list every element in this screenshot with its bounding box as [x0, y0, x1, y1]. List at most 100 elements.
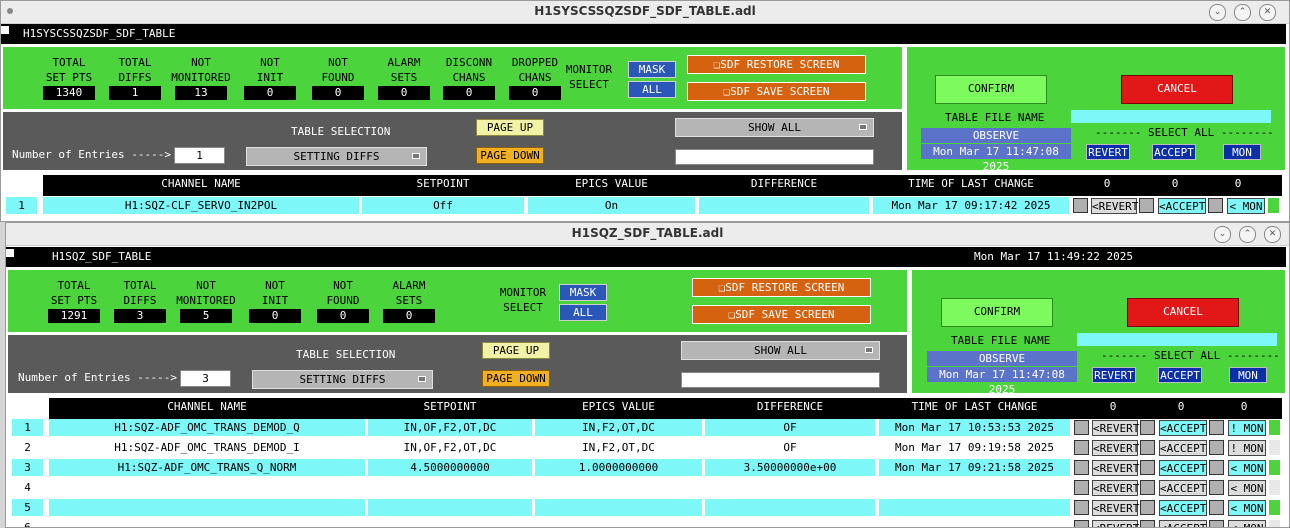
accept-all-button[interactable]: ACCEPT — [1158, 367, 1202, 383]
table-selection-dropdown[interactable]: SETTING DIFFS — [246, 147, 427, 166]
table-file-name-field[interactable] — [1077, 333, 1277, 346]
window-titlebar[interactable]: H1SQZ_SDF_TABLE.adl ⌄ ⌃ ✕ — [6, 223, 1289, 246]
sdf-restore-screen-button[interactable]: ❑SDF RESTORE SCREEN — [687, 55, 866, 74]
row-mon-button[interactable]: < MON — [1228, 480, 1266, 496]
all-button[interactable]: ALL — [559, 304, 607, 321]
sdf-save-screen-button[interactable]: ❑SDF SAVE SCREEN — [687, 82, 866, 101]
row-mon-button[interactable]: < MON — [1228, 520, 1266, 527]
row-accept-button[interactable]: <ACCEPT — [1159, 520, 1207, 527]
row-accept-button[interactable]: <ACCEPT — [1159, 480, 1207, 496]
number-of-entries-field[interactable]: 3 — [180, 370, 231, 387]
maximize-icon[interactable]: ⌃ — [1239, 226, 1256, 243]
accept-checkbox[interactable] — [1140, 440, 1155, 455]
revert-checkbox[interactable] — [1074, 460, 1089, 475]
row-mon-button[interactable]: < MON — [1228, 500, 1266, 516]
page-up-button[interactable]: PAGE UP — [482, 342, 550, 359]
row-number: 4 — [12, 479, 43, 496]
row-revert-button[interactable]: <REVERT — [1092, 440, 1139, 456]
stat-label-line2: DIFFS — [123, 294, 157, 307]
revert-checkbox[interactable] — [1074, 520, 1089, 527]
page-down-button[interactable]: PAGE DOWN — [476, 147, 544, 164]
row-mon-button[interactable]: < MON — [1227, 198, 1265, 214]
cell-difference — [705, 479, 875, 496]
mask-button[interactable]: MASK — [559, 284, 607, 301]
sdf-restore-screen-button[interactable]: ❑SDF RESTORE SCREEN — [692, 278, 871, 297]
mon-checkbox[interactable] — [1209, 520, 1224, 527]
cancel-button[interactable]: CANCEL — [1127, 298, 1239, 327]
filter-input[interactable] — [675, 149, 874, 165]
cell-epics: 1.0000000000 — [535, 459, 702, 476]
all-button[interactable]: ALL — [628, 81, 676, 98]
accept-checkbox[interactable] — [1140, 480, 1155, 495]
revert-checkbox[interactable] — [1073, 198, 1088, 213]
close-icon[interactable]: ✕ — [1259, 4, 1276, 21]
mon-all-button[interactable]: MON — [1229, 367, 1267, 383]
revert-checkbox[interactable] — [1074, 420, 1089, 435]
sdf-save-screen-button[interactable]: ❑SDF SAVE SCREEN — [692, 305, 871, 324]
mon-checkbox[interactable] — [1208, 198, 1223, 213]
column-header: EPICS VALUE — [528, 175, 695, 194]
accept-checkbox[interactable] — [1140, 500, 1155, 515]
row-revert-button[interactable]: <REVERT — [1092, 460, 1139, 476]
window-titlebar[interactable]: H1SYSCSSQZSDF_SDF_TABLE.adl ⌄ ⌃ ✕ — [1, 1, 1289, 24]
stat-label: TOTAL SET PTS — [36, 278, 112, 308]
stat-label-line2: SET PTS — [50, 294, 98, 307]
row-revert-button[interactable]: <REVERT — [1092, 420, 1139, 436]
dropdown-indicator-icon — [859, 124, 867, 130]
accept-checkbox[interactable] — [1140, 460, 1155, 475]
bar-marker — [6, 249, 14, 257]
stat-label-line1: TOTAL — [123, 279, 157, 292]
accept-all-button[interactable]: ACCEPT — [1152, 144, 1196, 160]
row-mon-button[interactable]: < MON — [1228, 460, 1266, 476]
mon-checkbox[interactable] — [1209, 420, 1224, 435]
revert-checkbox[interactable] — [1074, 480, 1089, 495]
row-accept-button[interactable]: <ACCEPT — [1159, 420, 1207, 436]
mon-checkbox[interactable] — [1209, 500, 1224, 515]
page-up-button[interactable]: PAGE UP — [476, 119, 544, 136]
mon-checkbox[interactable] — [1209, 460, 1224, 475]
revert-checkbox[interactable] — [1074, 440, 1089, 455]
cell-setpoint: Off — [362, 197, 524, 214]
show-all-dropdown[interactable]: SHOW ALL — [675, 118, 874, 137]
filter-input[interactable] — [681, 372, 880, 388]
mon-checkbox[interactable] — [1209, 440, 1224, 455]
number-of-entries-field[interactable]: 1 — [174, 147, 225, 164]
revert-checkbox[interactable] — [1074, 500, 1089, 515]
minimize-icon[interactable]: ⌄ — [1214, 226, 1231, 243]
row-number: 5 — [12, 499, 43, 516]
stat-label: DISCONN CHANS — [431, 55, 507, 85]
mon-all-button[interactable]: MON — [1223, 144, 1261, 160]
mon-checkbox[interactable] — [1209, 480, 1224, 495]
dropdown-indicator-icon — [418, 376, 426, 382]
show-all-dropdown[interactable]: SHOW ALL — [681, 341, 880, 360]
row-accept-button[interactable]: <ACCEPT — [1159, 500, 1207, 516]
row-accept-button[interactable]: <ACCEPT — [1159, 440, 1207, 456]
window-sqz-sdf-table: H1SQZ_SDF_TABLE.adl ⌄ ⌃ ✕ H1SQZ_SDF_TABL… — [5, 222, 1290, 528]
cell-time: Mon Mar 17 09:19:58 2025 — [879, 439, 1070, 456]
row-accept-button[interactable]: <ACCEPT — [1159, 460, 1207, 476]
row-mon-button[interactable]: ! MON — [1228, 440, 1266, 456]
minimize-icon[interactable]: ⌄ — [1209, 4, 1226, 21]
cell-difference: OF — [705, 419, 875, 436]
mask-button[interactable]: MASK — [628, 61, 676, 78]
confirm-button[interactable]: CONFIRM — [935, 75, 1047, 104]
close-icon[interactable]: ✕ — [1264, 226, 1281, 243]
row-revert-button[interactable]: <REVERT — [1092, 520, 1139, 527]
cancel-button[interactable]: CANCEL — [1121, 75, 1233, 104]
row-revert-button[interactable]: <REVERT — [1092, 480, 1139, 496]
table-selection-dropdown[interactable]: SETTING DIFFS — [252, 370, 433, 389]
row-accept-button[interactable]: <ACCEPT — [1158, 198, 1206, 214]
row-revert-button[interactable]: <REVERT — [1091, 198, 1138, 214]
accept-checkbox[interactable] — [1140, 420, 1155, 435]
revert-all-button[interactable]: REVERT — [1086, 144, 1130, 160]
confirm-button[interactable]: CONFIRM — [941, 298, 1053, 327]
table-file-name-field[interactable] — [1071, 110, 1271, 123]
revert-all-button[interactable]: REVERT — [1092, 367, 1136, 383]
page-down-button[interactable]: PAGE DOWN — [482, 370, 550, 387]
row-revert-button[interactable]: <REVERT — [1092, 500, 1139, 516]
accept-checkbox[interactable] — [1140, 520, 1155, 527]
maximize-icon[interactable]: ⌃ — [1234, 4, 1251, 21]
table-file-name-label: TABLE FILE NAME — [945, 111, 1045, 124]
row-mon-button[interactable]: ! MON — [1228, 420, 1266, 436]
accept-checkbox[interactable] — [1139, 198, 1154, 213]
